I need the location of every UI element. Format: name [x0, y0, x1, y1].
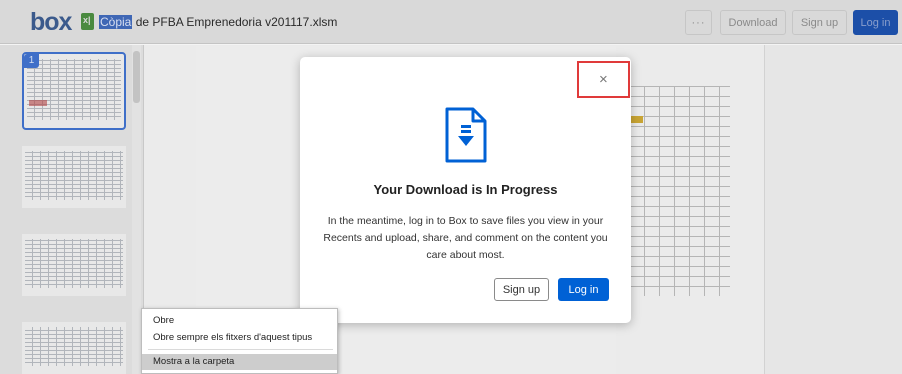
excel-file-icon	[81, 13, 94, 30]
menu-item-show-in-folder[interactable]: Mostra a la carpeta	[142, 354, 337, 370]
thumbnail-grid	[27, 59, 121, 120]
more-options-button[interactable]: ···	[685, 10, 712, 35]
dialog-login-button[interactable]: Log in	[558, 278, 609, 301]
box-logo[interactable]: box	[30, 8, 72, 37]
menu-item-open[interactable]: Obre	[142, 313, 337, 329]
scrollbar-thumb[interactable]	[133, 51, 140, 103]
menu-separator	[148, 349, 333, 350]
thumbnail-grid	[25, 327, 123, 366]
download-context-menu: Obre Obre sempre els fitxers d'aquest ti…	[141, 308, 338, 374]
file-title-rest: de PFBA Emprenedoria v201117.xlsm	[132, 15, 338, 29]
dialog-signup-button[interactable]: Sign up	[494, 278, 549, 301]
dialog-title: Your Download is In Progress	[373, 182, 558, 197]
page-thumbnail-4[interactable]	[22, 322, 126, 374]
page-thumbnail-1[interactable]: 1	[22, 52, 126, 130]
thumbnail-grid	[25, 239, 123, 288]
spreadsheet-highlight-cell	[631, 116, 643, 123]
header-login-button[interactable]: Log in	[853, 10, 898, 35]
thumbnail-grid	[25, 151, 123, 200]
page-number-badge: 1	[24, 54, 39, 68]
dialog-message: In the meantime, log in to Box to save f…	[323, 215, 608, 261]
download-button[interactable]: Download	[720, 10, 786, 35]
sidebar-scrollbar[interactable]	[132, 45, 141, 374]
spreadsheet-grid	[630, 86, 730, 296]
thumbnail-marker	[29, 100, 47, 106]
file-title: Còpia de PFBA Emprenedoria v201117.xlsm	[99, 15, 337, 29]
header-signup-button[interactable]: Sign up	[792, 10, 847, 35]
close-button-highlight	[577, 61, 630, 98]
right-panel	[764, 45, 902, 374]
page-thumbnail-2[interactable]	[22, 146, 126, 208]
top-bar: box Còpia de PFBA Emprenedoria v201117.x…	[0, 0, 902, 44]
download-file-icon	[445, 107, 487, 163]
page-thumbnail-3[interactable]	[22, 234, 126, 296]
file-title-highlighted: Còpia	[99, 15, 133, 29]
menu-item-always-open[interactable]: Obre sempre els fitxers d'aquest tipus	[142, 330, 337, 346]
